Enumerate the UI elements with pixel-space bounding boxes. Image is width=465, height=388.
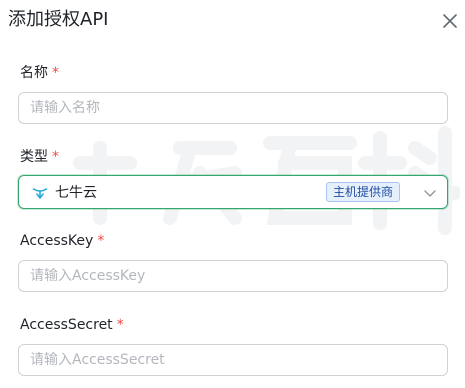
name-required-mark: * xyxy=(52,65,59,81)
access-secret-input[interactable] xyxy=(18,344,448,376)
access-key-label: AccessKey * xyxy=(20,231,104,251)
name-input[interactable] xyxy=(18,92,448,124)
name-label: 名称 * xyxy=(20,63,59,83)
type-selected-value: 七牛云 xyxy=(55,185,97,201)
provider-badge: 主机提供商 xyxy=(326,182,401,202)
name-label-text: 名称 xyxy=(20,65,48,81)
access-secret-label: AccessSecret * xyxy=(20,315,124,335)
close-button[interactable] xyxy=(439,10,461,32)
dialog-title: 添加授权API xyxy=(8,9,109,30)
access-key-label-text: AccessKey xyxy=(20,233,94,249)
access-secret-label-text: AccessSecret xyxy=(20,317,113,333)
access-secret-required-mark: * xyxy=(116,317,124,333)
access-key-required-mark: * xyxy=(97,233,105,249)
type-label-text: 类型 xyxy=(20,149,48,165)
dialog-header: 添加授权API xyxy=(0,0,465,42)
type-select[interactable]: 七牛云 主机提供商 xyxy=(18,175,448,209)
access-key-input[interactable] xyxy=(18,260,448,292)
close-icon xyxy=(443,14,457,28)
qiniu-logo-icon xyxy=(32,188,48,199)
chevron-down-icon xyxy=(424,190,436,197)
type-label: 类型 * xyxy=(20,147,59,167)
type-required-mark: * xyxy=(52,149,59,165)
